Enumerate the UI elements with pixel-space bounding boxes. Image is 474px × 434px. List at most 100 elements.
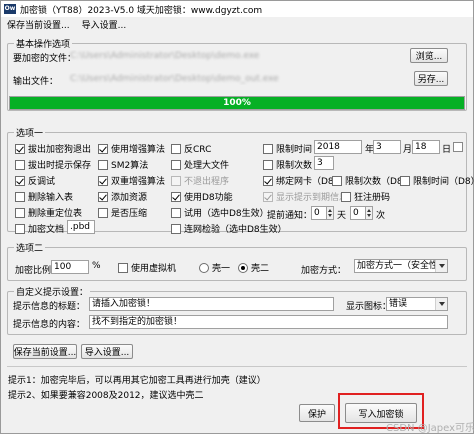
- checkbox-no-exit[interactable]: 不退出程序: [171, 174, 229, 187]
- checkbox-box[interactable]: [171, 159, 181, 170]
- month-input[interactable]: 3: [373, 140, 401, 154]
- checkbox-delete-reloc-table[interactable]: 删除重定位表: [15, 206, 82, 219]
- mode-label: 加密方式：: [301, 266, 347, 276]
- menu-save-settings[interactable]: 保存当前设置...: [1, 18, 76, 31]
- checkbox-box[interactable]: [171, 191, 181, 202]
- checkbox-compress[interactable]: 是否压缩: [98, 206, 147, 219]
- radio-shell-1[interactable]: 壳一: [199, 261, 230, 274]
- save-as-button[interactable]: 另存...: [414, 71, 448, 86]
- checkbox-box[interactable]: [263, 143, 273, 154]
- checkbox-box[interactable]: [98, 191, 108, 202]
- checkbox-double-enhanced[interactable]: 双重增强算法: [98, 174, 165, 187]
- checkbox-show-expire[interactable]: 显示提示到期信息: [263, 190, 348, 203]
- doc-ext-input[interactable]: .pbd: [67, 220, 95, 234]
- checkbox-limit-time-d8[interactable]: 限制时间（D8）: [400, 174, 474, 187]
- checkbox-limit-time[interactable]: 限制时间: [263, 142, 312, 155]
- checkbox-trial-d8[interactable]: 试用（选中D8生效）: [171, 206, 269, 219]
- checkbox-box[interactable]: [15, 207, 25, 218]
- icon-label: 显示图标：: [346, 302, 392, 312]
- limit-count-input[interactable]: 3: [314, 156, 334, 170]
- checkbox-box[interactable]: [341, 191, 351, 202]
- checkbox-delete-import-table[interactable]: 删除输入表: [15, 190, 73, 203]
- separator: [7, 366, 467, 367]
- day-input[interactable]: 18: [412, 140, 440, 154]
- checkbox-box[interactable]: [98, 207, 108, 218]
- main-window: Ow 加密锁（YT88）2023-V5.0 域天加密锁：www.dgyzt.co…: [0, 0, 474, 434]
- encrypt-file-input[interactable]: C:\Users\Administrator\Desktop\demo.exe: [67, 49, 402, 63]
- encrypt-file-value: C:\Users\Administrator\Desktop\demo.exe: [70, 51, 260, 61]
- checkbox-sm2-algo[interactable]: SM2算法: [98, 158, 148, 171]
- checkbox-box[interactable]: [171, 175, 181, 186]
- protect-button[interactable]: 保护: [299, 404, 335, 422]
- checkbox-large-file[interactable]: 处理大文件: [171, 158, 229, 171]
- icon-select-value: 错误: [389, 299, 408, 309]
- prompt-title-label: 提示信息的标题：: [13, 302, 86, 312]
- save-settings-button[interactable]: 保存当前设置...: [13, 344, 77, 359]
- checkbox-anti-debug[interactable]: 反调试: [15, 174, 55, 187]
- output-file-input[interactable]: C:\Users\Administrator\Desktop\demo_out.…: [67, 72, 402, 86]
- chevron-down-icon[interactable]: [435, 298, 447, 310]
- checkbox-box[interactable]: [171, 223, 181, 234]
- options1-title: 选项一: [14, 126, 46, 139]
- checkbox-box[interactable]: [98, 175, 108, 186]
- checkbox-box[interactable]: [171, 143, 181, 154]
- checkbox-anti-crc[interactable]: 反CRC: [171, 142, 211, 155]
- checkbox-box[interactable]: [332, 175, 342, 186]
- checkbox-encrypt-doc[interactable]: 加密文档: [15, 222, 64, 235]
- checkbox-online-verify-d8[interactable]: 连网检验（选中D8生效）: [171, 222, 287, 235]
- checkbox-label: 拔出加密狗退出: [28, 145, 92, 155]
- radio-dot[interactable]: [199, 262, 209, 273]
- remind-times-spinner[interactable]: [365, 206, 373, 220]
- checkbox-box[interactable]: [15, 143, 25, 154]
- checkbox-dongle-save-prompt[interactable]: 拔出时提示保存: [15, 158, 91, 171]
- year-input[interactable]: 2018: [314, 140, 362, 154]
- checkbox-box[interactable]: [263, 175, 273, 186]
- checkbox-use-vm[interactable]: 使用虚拟机: [118, 261, 176, 274]
- checkbox-enhanced-algo[interactable]: 使用增强算法: [98, 142, 165, 155]
- checkbox-bind-nic-d8[interactable]: 绑定网卡（D8）: [263, 174, 343, 187]
- calendar-icon[interactable]: [453, 142, 463, 152]
- checkbox-dongle-exit[interactable]: 拔出加密狗退出: [15, 142, 91, 155]
- checkbox-box[interactable]: [263, 191, 273, 202]
- ratio-unit: %: [92, 261, 101, 271]
- import-settings-button[interactable]: 导入设置...: [81, 344, 133, 359]
- remind-days-input[interactable]: 0: [311, 206, 327, 220]
- menu-import-settings[interactable]: 导入设置...: [76, 18, 133, 31]
- radio-shell-2[interactable]: 壳二: [238, 261, 269, 274]
- remind-times-input[interactable]: 0: [350, 206, 366, 220]
- icon-select[interactable]: 错误: [386, 297, 448, 311]
- checkbox-box[interactable]: [15, 159, 25, 170]
- prompt-title-input[interactable]: 请插入加密锁！: [89, 297, 334, 311]
- checkbox-box[interactable]: [171, 207, 181, 218]
- chevron-down-icon[interactable]: [435, 260, 447, 272]
- title-bar: Ow 加密锁（YT88）2023-V5.0 域天加密锁：www.dgyzt.co…: [1, 1, 473, 17]
- mode-select[interactable]: 加密方式一（安全性高）: [354, 259, 448, 273]
- browse-button[interactable]: 浏览...: [410, 48, 448, 63]
- checkbox-box[interactable]: [98, 159, 108, 170]
- checkbox-limit-count[interactable]: 限制次数: [263, 158, 312, 171]
- checkbox-box[interactable]: [263, 159, 273, 170]
- checkbox-dongle-reg[interactable]: 狂注册码: [341, 190, 390, 203]
- checkbox-add-resource[interactable]: 添加资源: [98, 190, 147, 203]
- checkbox-box[interactable]: [15, 175, 25, 186]
- checkbox-label: 试用（选中D8生效）: [184, 209, 269, 219]
- checkbox-box[interactable]: [118, 262, 128, 273]
- ratio-input[interactable]: 100: [51, 260, 89, 274]
- checkbox-label: 不退出程序: [184, 177, 230, 187]
- checkbox-box[interactable]: [400, 175, 410, 186]
- checkbox-label: 删除重定位表: [28, 209, 83, 219]
- checkbox-box[interactable]: [98, 143, 108, 154]
- prompt-content-label: 提示信息的内容：: [13, 320, 86, 330]
- checkbox-label: SM2算法: [111, 161, 149, 171]
- checkbox-label: 连网检验（选中D8生效）: [184, 225, 287, 235]
- checkbox-use-d8[interactable]: 使用D8功能: [171, 190, 233, 203]
- radio-dot[interactable]: [238, 262, 248, 273]
- tip-2: 提示2、如果要兼容2008及2012，建议选中壳二: [8, 391, 204, 401]
- checkbox-box[interactable]: [15, 191, 25, 202]
- day-unit: 日: [442, 145, 452, 155]
- prompt-content-input[interactable]: 找不到指定的加密锁！: [89, 315, 448, 329]
- checkbox-box[interactable]: [15, 223, 25, 234]
- remind-days-spinner[interactable]: [326, 206, 334, 220]
- month-unit: 月: [403, 145, 413, 155]
- remind-days-unit: 天: [337, 211, 347, 221]
